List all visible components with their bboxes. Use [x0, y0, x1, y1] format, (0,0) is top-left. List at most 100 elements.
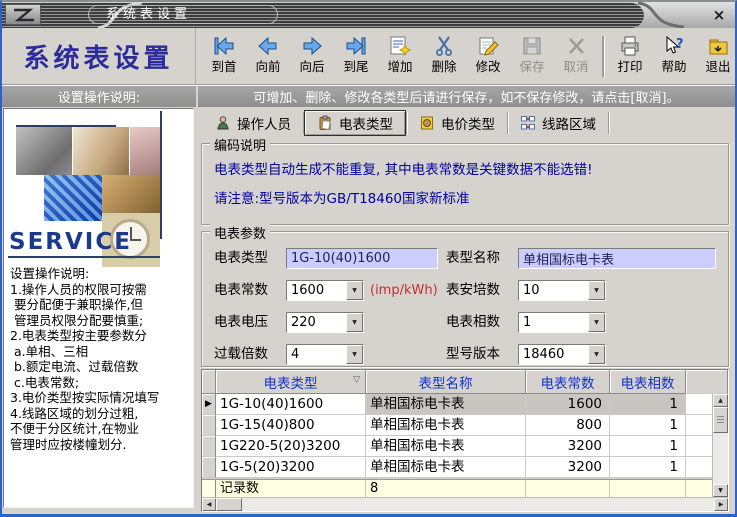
delete-record-button[interactable]: 删除: [422, 30, 466, 83]
decor-line-vertical: [160, 111, 162, 239]
amperage-label: 表安培数: [446, 280, 500, 301]
voltage-select[interactable]: 220 ▼: [286, 312, 364, 333]
cell-meter-type[interactable]: 1G220-5(20)3200: [216, 436, 366, 457]
cell-meter-type[interactable]: 1G-5(20)3200: [216, 457, 366, 478]
grid-header-model-name[interactable]: 表型名称: [366, 370, 526, 394]
meter-constant-select[interactable]: 1600 ▼: [286, 280, 364, 301]
grid-header-meter-type[interactable]: 电表类型 ▽: [216, 370, 366, 394]
cell-constant[interactable]: 3200: [526, 457, 610, 478]
table-row[interactable]: 1G-5(20)3200 单相国标电卡表 3200 1: [202, 457, 728, 478]
print-icon: [618, 33, 642, 59]
page-title: 系统表设置: [2, 28, 196, 84]
cell-constant[interactable]: 800: [526, 415, 610, 436]
row-indicator: [202, 436, 216, 457]
tab-meter-types[interactable]: 电表类型: [304, 110, 406, 136]
close-button[interactable]: ×: [710, 5, 728, 24]
save-button[interactable]: 保存: [510, 30, 554, 83]
sidebar-header: 设置操作说明:: [2, 86, 196, 107]
cell-phases[interactable]: 1: [610, 436, 686, 457]
add-record-icon: [388, 33, 412, 59]
tab-label: 操作人员: [237, 113, 291, 133]
cell-model-name[interactable]: 单相国标电卡表: [366, 415, 526, 436]
titlebar-swoosh-right: [632, 2, 692, 28]
app-logo: [5, 4, 41, 25]
toolbar-separator: [602, 36, 604, 77]
chevron-down-icon[interactable]: ▼: [346, 313, 363, 332]
prev-record-button[interactable]: 向前: [246, 30, 290, 83]
photo-pen: [73, 127, 129, 175]
first-record-button[interactable]: 到首: [202, 30, 246, 83]
cell-phases[interactable]: 1: [610, 457, 686, 478]
chevron-down-icon[interactable]: ▼: [346, 281, 363, 300]
vertical-scroll-thumb[interactable]: [713, 407, 728, 433]
meter-type-label: 电表类型: [214, 248, 268, 269]
toolbar-button-label: 取消: [563, 59, 588, 75]
column-header-label: 电表类型: [264, 372, 318, 392]
cell-model-name[interactable]: 单相国标电卡表: [366, 457, 526, 478]
content-panel: 操作人员 电表类型 电价类型 线路区域 编码说明 电表类型自动生成不能重复, 其…: [197, 107, 733, 512]
meter-params-group: 电表参数 电表类型 表型名称 电表常数 1600 ▼ (imp/kWh) 表安培…: [201, 231, 729, 367]
help-button[interactable]: ? 帮助: [652, 30, 696, 83]
chevron-down-icon[interactable]: ▼: [588, 281, 605, 300]
cell-meter-type[interactable]: 1G-15(40)800: [216, 415, 366, 436]
cell-meter-type[interactable]: 1G-10(40)1600: [216, 394, 366, 415]
amperage-select[interactable]: 10 ▼: [518, 280, 606, 301]
scroll-left-icon[interactable]: ◀: [202, 498, 216, 511]
exit-icon: [706, 33, 730, 59]
vertical-scrollbar[interactable]: ▲ ▼: [712, 394, 728, 497]
tab-label: 线路区域: [542, 113, 596, 133]
toolbar-button-label: 修改: [475, 59, 500, 75]
scroll-right-icon[interactable]: ▶: [714, 498, 728, 511]
row-indicator-icon: ▶: [202, 394, 216, 415]
table-row[interactable]: ▶ 1G-10(40)1600 单相国标电卡表 1600 1: [202, 394, 728, 415]
toolbar-button-label: 向后: [299, 59, 324, 75]
last-record-icon: [344, 33, 368, 59]
edit-record-button[interactable]: 修改: [466, 30, 510, 83]
version-label: 型号版本: [446, 344, 500, 365]
cell-phases[interactable]: 1: [610, 415, 686, 436]
add-record-button[interactable]: 增加: [378, 30, 422, 83]
print-button[interactable]: 打印: [608, 30, 652, 83]
coding-note-2: 请注意:型号版本为GB/T18460国家新标准: [214, 187, 470, 207]
next-record-button[interactable]: 向后: [290, 30, 334, 83]
line-region-icon: [520, 115, 536, 131]
table-row[interactable]: 1G220-5(20)3200 单相国标电卡表 3200 1: [202, 436, 728, 457]
cell-constant[interactable]: 1600: [526, 394, 610, 415]
version-select[interactable]: 18460 ▼: [518, 344, 606, 365]
scroll-down-icon[interactable]: ▼: [713, 484, 728, 497]
chevron-down-icon[interactable]: ▼: [588, 345, 605, 364]
horizontal-scrollbar[interactable]: ◀ ▶: [202, 497, 728, 511]
grid-header-constant[interactable]: 电表常数: [526, 370, 610, 394]
overload-label: 过载倍数: [214, 344, 268, 365]
tab-line-regions[interactable]: 线路区域: [508, 110, 608, 136]
cell-constant[interactable]: 3200: [526, 436, 610, 457]
table-row[interactable]: 1G-15(40)800 单相国标电卡表 800 1: [202, 415, 728, 436]
tab-label: 电价类型: [441, 113, 495, 133]
edit-record-icon: [476, 33, 500, 59]
tab-operators[interactable]: 操作人员: [203, 110, 303, 136]
meter-type-input[interactable]: [286, 248, 438, 269]
toolbar-button-label: 到尾: [343, 59, 368, 75]
overload-select[interactable]: 4 ▼: [286, 344, 364, 365]
tab-price-types[interactable]: 电价类型: [407, 110, 507, 136]
scroll-up-icon[interactable]: ▲: [713, 394, 728, 407]
cancel-button[interactable]: 取消: [554, 30, 598, 83]
toolbar-button-label: 删除: [431, 59, 456, 75]
chevron-down-icon[interactable]: ▼: [588, 313, 605, 332]
phases-select[interactable]: 1 ▼: [518, 312, 606, 333]
voltage-label: 电表电压: [214, 312, 268, 333]
horizontal-scroll-thumb[interactable]: [216, 498, 242, 511]
column-header-label: 表型名称: [419, 372, 473, 392]
help-icon: ?: [662, 33, 686, 59]
tab-label: 电表类型: [339, 113, 393, 133]
cell-model-name[interactable]: 单相国标电卡表: [366, 394, 526, 415]
sort-indicator-icon: ▽: [353, 375, 360, 385]
model-name-input[interactable]: [518, 248, 716, 269]
exit-button[interactable]: 退出: [696, 30, 737, 83]
cell-model-name[interactable]: 单相国标电卡表: [366, 436, 526, 457]
last-record-button[interactable]: 到尾: [334, 30, 378, 83]
next-record-icon: [300, 33, 324, 59]
grid-header-phases[interactable]: 电表相数: [610, 370, 686, 394]
cell-phases[interactable]: 1: [610, 394, 686, 415]
chevron-down-icon[interactable]: ▼: [346, 345, 363, 364]
